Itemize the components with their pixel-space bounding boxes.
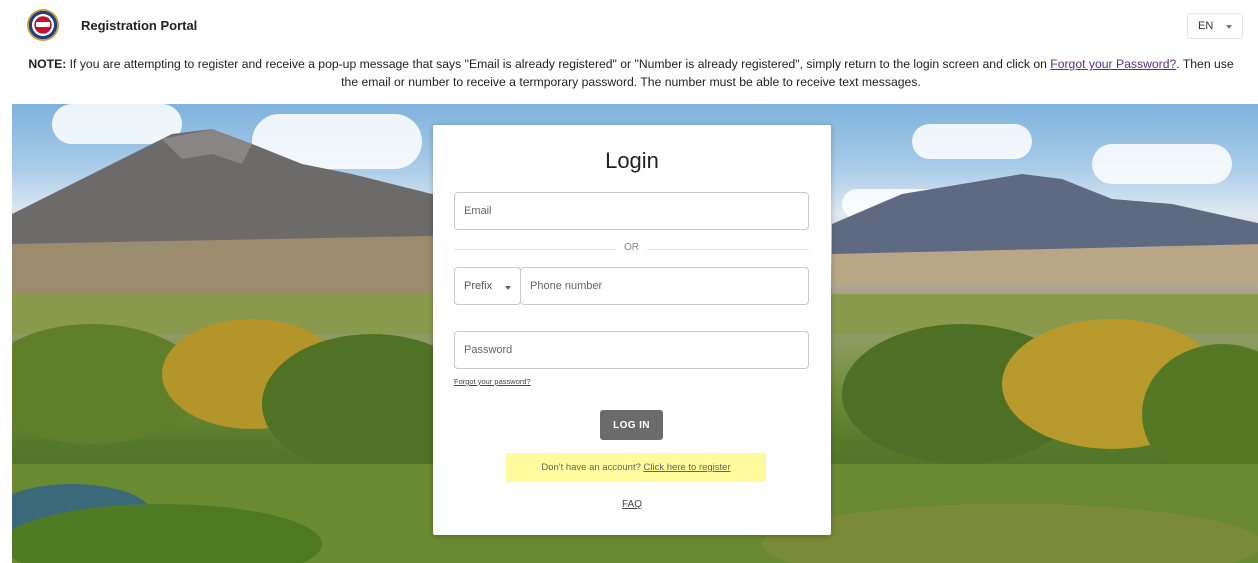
or-text: OR <box>624 242 639 253</box>
faq-link[interactable]: FAQ <box>433 499 831 510</box>
register-link[interactable]: Click here to register <box>644 462 731 473</box>
email-placeholder: Email <box>464 205 492 217</box>
prefix-placeholder: Prefix <box>464 280 493 292</box>
register-prompt: Don't have an account? Click here to reg… <box>506 453 766 482</box>
county-logo-icon <box>27 9 59 41</box>
password-field[interactable]: Password <box>454 331 809 369</box>
phone-prefix-select[interactable]: Prefix <box>454 267 521 305</box>
chevron-down-icon <box>505 286 511 290</box>
email-field[interactable]: Email <box>454 192 809 230</box>
top-header: Registration Portal EN <box>0 0 1258 52</box>
forgot-password-link[interactable]: Forgot your password? <box>454 377 531 386</box>
login-button[interactable]: LOG IN <box>600 410 663 440</box>
login-card: Login Email OR Prefix Phone number Passw… <box>433 125 831 535</box>
note-text: If you are attempting to register and re… <box>66 57 1051 71</box>
note-prefix: NOTE: <box>28 57 67 71</box>
note-forgot-password-link[interactable]: Forgot your Password? <box>1050 57 1176 71</box>
phone-number-field[interactable]: Phone number <box>520 267 809 305</box>
mountain-right-shape <box>832 174 1258 284</box>
or-divider: OR <box>454 242 809 256</box>
cloud-shape <box>912 124 1032 159</box>
language-value: EN <box>1198 20 1214 32</box>
register-prompt-text: Don't have an account? <box>541 462 644 473</box>
divider-line <box>647 249 809 250</box>
login-title: Login <box>605 148 659 173</box>
registration-note: NOTE: If you are attempting to register … <box>20 55 1242 91</box>
chevron-down-icon <box>1226 25 1232 29</box>
password-placeholder: Password <box>464 344 513 356</box>
phone-placeholder: Phone number <box>530 280 603 292</box>
portal-title: Registration Portal <box>81 18 198 33</box>
language-select[interactable]: EN <box>1187 13 1243 39</box>
